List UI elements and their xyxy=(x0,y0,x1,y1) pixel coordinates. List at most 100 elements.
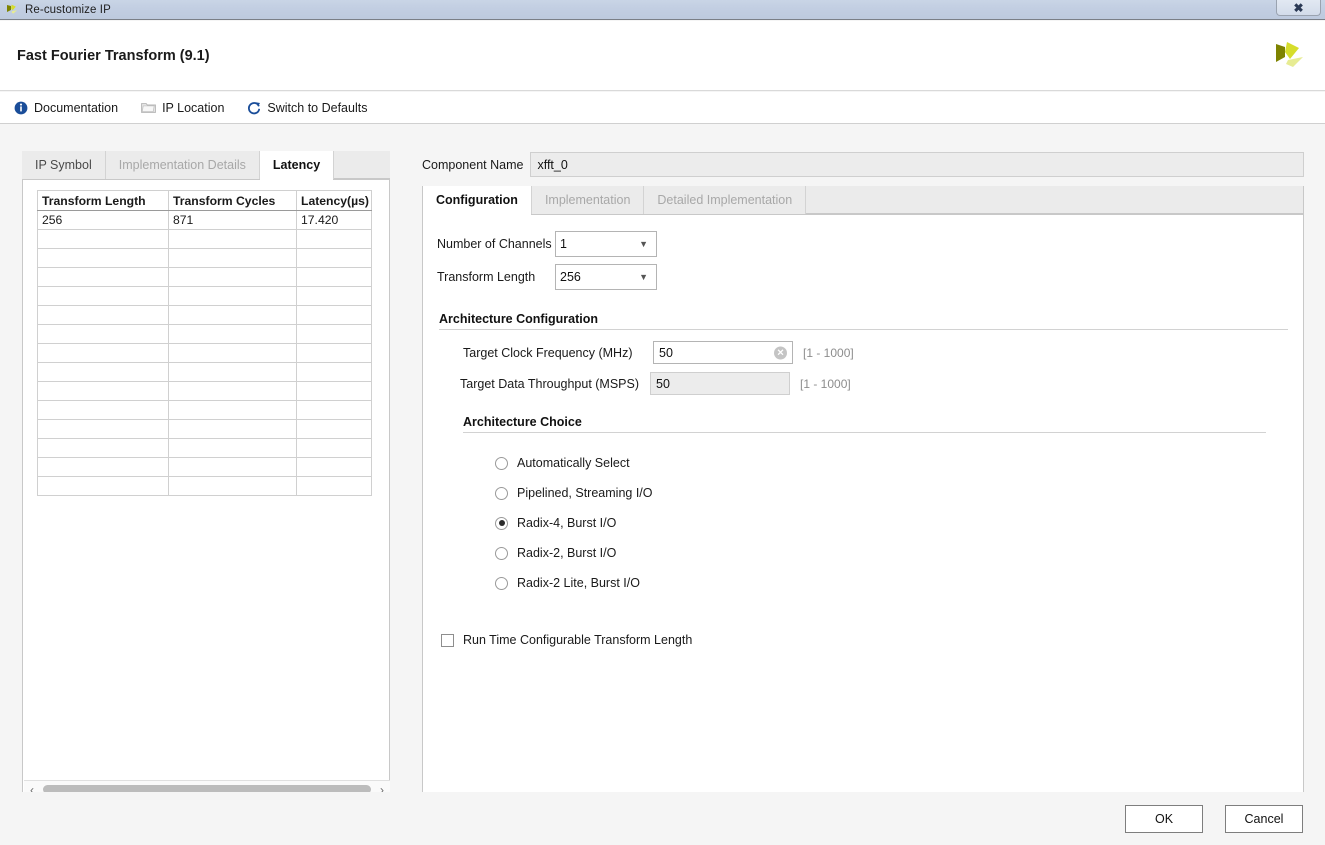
target-clock-frequency-row: Target Clock Frequency (MHz) 50 ✕ [1 - 1… xyxy=(463,341,1303,364)
table-row[interactable] xyxy=(37,229,372,249)
architecture-option-row[interactable]: Radix-2, Burst I/O xyxy=(495,538,1303,568)
transform-length-select[interactable]: 8163264128256512102420484096819216384327… xyxy=(555,264,657,290)
latency-table-body: 256 871 17.420 xyxy=(37,210,372,496)
table-cell xyxy=(296,438,372,458)
ok-button[interactable]: OK xyxy=(1125,804,1203,833)
documentation-label: Documentation xyxy=(34,100,119,115)
table-cell xyxy=(296,419,372,439)
table-row[interactable] xyxy=(37,476,372,496)
column-header-transform-cycles: Transform Cycles xyxy=(168,190,297,211)
table-row[interactable] xyxy=(37,343,372,363)
switch-to-defaults-button[interactable]: Switch to Defaults xyxy=(247,101,367,115)
title-bar: Re-customize IP ✖ xyxy=(0,0,1325,20)
xilinx-logo-icon xyxy=(4,2,20,18)
configuration-box: Configuration Implementation Detailed Im… xyxy=(422,186,1304,815)
target-clock-frequency-range: [1 - 1000] xyxy=(803,345,854,360)
tab-implementation-details[interactable]: Implementation Details xyxy=(105,151,260,179)
architecture-configuration-section: Architecture Configuration xyxy=(439,312,1288,330)
table-row[interactable]: 256 871 17.420 xyxy=(37,210,372,230)
table-cell xyxy=(168,305,297,325)
switch-to-defaults-label: Switch to Defaults xyxy=(267,100,368,115)
right-tabstrip: Configuration Implementation Detailed Im… xyxy=(423,186,1303,215)
dialog-toolbar: Documentation IP Location Switch to Defa… xyxy=(0,92,1325,124)
architecture-configuration-divider xyxy=(439,329,1288,330)
table-header-row: Transform Length Transform Cycles Latenc… xyxy=(37,190,372,211)
left-tabstrip-filler xyxy=(334,151,390,179)
target-clock-frequency-input[interactable]: 50 ✕ xyxy=(653,341,793,364)
right-tabstrip-filler xyxy=(806,186,1303,214)
right-panel: Component Name xfft_0 Configuration Impl… xyxy=(422,152,1304,815)
table-cell xyxy=(168,419,297,439)
architecture-option-row[interactable]: Radix-2 Lite, Burst I/O xyxy=(495,568,1303,598)
transform-length-combo[interactable]: 8163264128256512102420484096819216384327… xyxy=(555,264,657,290)
table-row[interactable] xyxy=(37,305,372,325)
run-time-config-row[interactable]: Run Time Configurable Transform Length xyxy=(441,633,1303,647)
table-cell xyxy=(37,381,169,401)
dialog-body: IP Symbol Implementation Details Latency… xyxy=(0,124,1325,815)
recustomize-ip-dialog: Re-customize IP ✖ Fast Fourier Transform… xyxy=(0,0,1325,845)
target-data-throughput-row: Target Data Throughput (MSPS) 50 [1 - 10… xyxy=(460,372,1303,395)
ip-location-label: IP Location xyxy=(162,100,225,115)
column-header-latency: Latency(µs) xyxy=(296,190,372,211)
configuration-panel: Number of Channels 123456789101112 ▼ Tra… xyxy=(423,231,1303,815)
architecture-configuration-title: Architecture Configuration xyxy=(439,312,599,326)
number-of-channels-row: Number of Channels 123456789101112 ▼ xyxy=(437,231,1303,257)
table-cell xyxy=(296,362,372,382)
table-cell xyxy=(37,476,169,496)
latency-tab-content: Transform Length Transform Cycles Latenc… xyxy=(22,180,390,800)
table-row[interactable] xyxy=(37,324,372,344)
table-cell: 256 xyxy=(37,210,169,230)
architecture-option-row[interactable]: Radix-4, Burst I/O xyxy=(495,508,1303,538)
table-cell xyxy=(168,324,297,344)
architecture-option-row[interactable]: Pipelined, Streaming I/O xyxy=(495,478,1303,508)
table-row[interactable] xyxy=(37,267,372,287)
tab-implementation[interactable]: Implementation xyxy=(531,186,645,214)
table-cell xyxy=(296,400,372,420)
cancel-button[interactable]: Cancel xyxy=(1225,804,1303,833)
documentation-button[interactable]: Documentation xyxy=(14,101,118,115)
table-cell xyxy=(37,324,169,344)
table-row[interactable] xyxy=(37,286,372,306)
table-row[interactable] xyxy=(37,362,372,382)
close-icon: ✖ xyxy=(1293,1,1304,15)
component-name-row: Component Name xfft_0 xyxy=(422,152,1304,177)
table-cell xyxy=(168,400,297,420)
architecture-option-radio[interactable] xyxy=(495,546,508,560)
table-row[interactable] xyxy=(37,248,372,268)
column-header-transform-length: Transform Length xyxy=(37,190,169,211)
table-cell xyxy=(168,343,297,363)
architecture-option-radio[interactable] xyxy=(495,516,508,530)
target-data-throughput-range: [1 - 1000] xyxy=(800,376,851,391)
table-cell xyxy=(168,267,297,287)
architecture-option-radio[interactable] xyxy=(495,486,508,500)
architecture-option-radio[interactable] xyxy=(495,576,508,590)
tab-implementation-details-label: Implementation Details xyxy=(118,158,246,172)
ip-location-button[interactable]: IP Location xyxy=(141,101,224,115)
info-icon xyxy=(14,101,28,115)
tab-detailed-implementation[interactable]: Detailed Implementation xyxy=(644,186,807,214)
table-cell xyxy=(296,457,372,477)
tab-configuration-label: Configuration xyxy=(436,193,518,207)
number-of-channels-select[interactable]: 123456789101112 xyxy=(555,231,657,257)
table-row[interactable] xyxy=(37,400,372,420)
close-button[interactable]: ✖ xyxy=(1276,0,1321,16)
architecture-option-row[interactable]: Automatically Select xyxy=(495,448,1303,478)
table-row[interactable] xyxy=(37,438,372,458)
table-cell xyxy=(296,343,372,363)
tab-ip-symbol[interactable]: IP Symbol xyxy=(22,151,106,179)
table-cell xyxy=(37,248,169,268)
tab-latency[interactable]: Latency xyxy=(259,151,335,180)
component-name-input[interactable]: xfft_0 xyxy=(530,152,1304,177)
architecture-option-label: Radix-2, Burst I/O xyxy=(517,546,617,560)
table-row[interactable] xyxy=(37,381,372,401)
architecture-choice-divider xyxy=(463,432,1266,433)
architecture-option-radio[interactable] xyxy=(495,456,508,470)
run-time-config-checkbox[interactable] xyxy=(441,633,454,647)
table-cell xyxy=(37,229,169,249)
table-row[interactable] xyxy=(37,457,372,477)
number-of-channels-combo[interactable]: 123456789101112 ▼ xyxy=(555,231,657,257)
table-cell xyxy=(37,457,169,477)
clear-circle-icon[interactable]: ✕ xyxy=(774,346,787,359)
table-row[interactable] xyxy=(37,419,372,439)
tab-configuration[interactable]: Configuration xyxy=(423,186,532,215)
